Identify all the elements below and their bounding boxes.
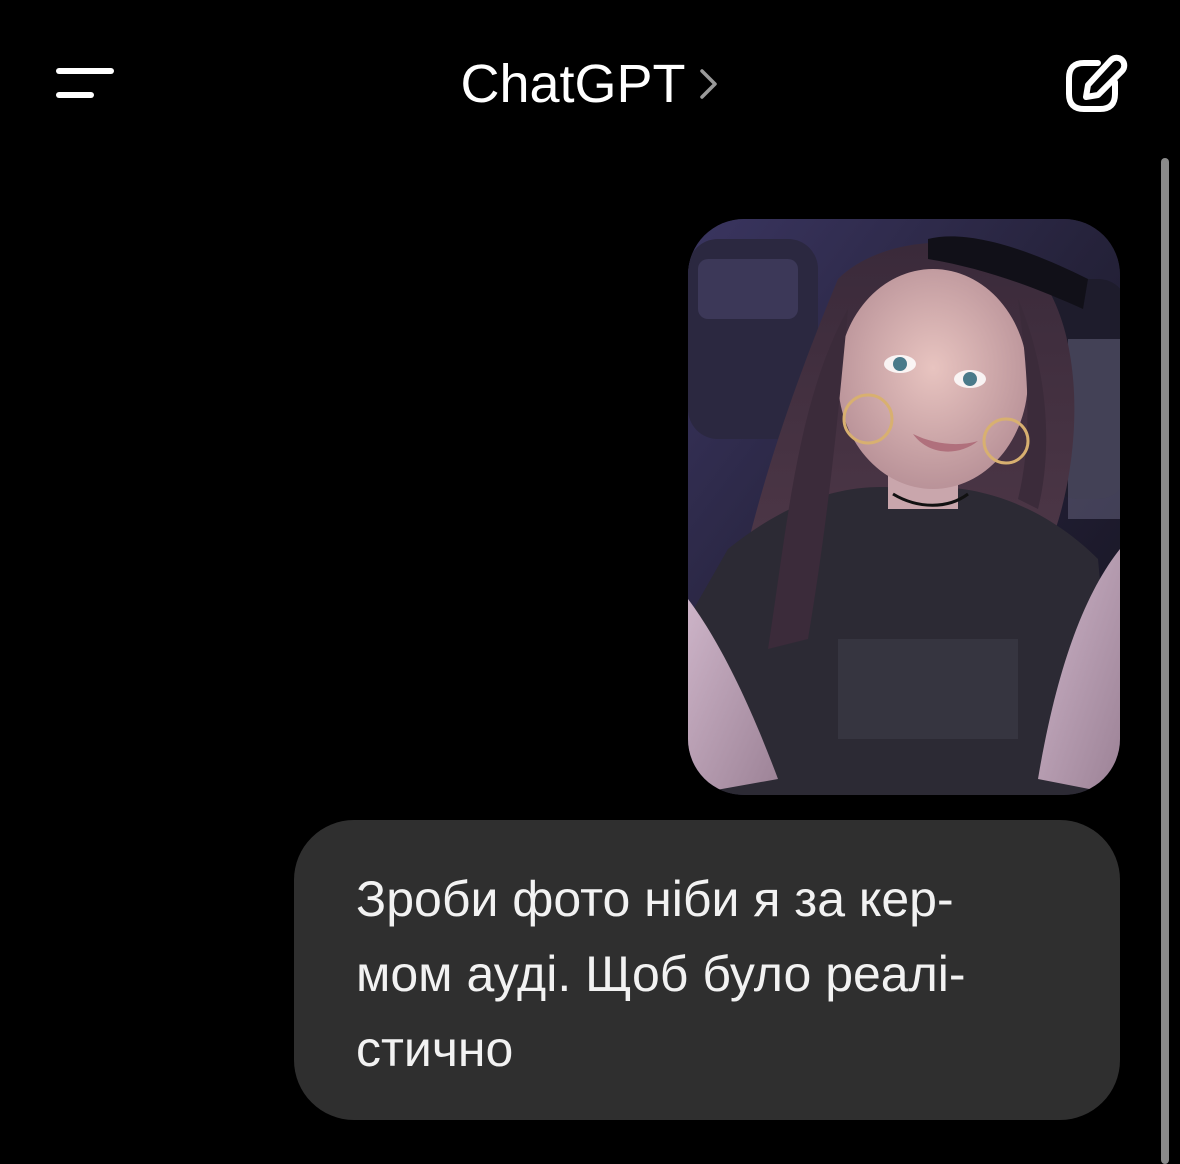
- top-bar: ChatGPT: [0, 0, 1180, 170]
- edit-icon: [1066, 54, 1128, 112]
- scrollbar[interactable]: [1161, 158, 1169, 1164]
- user-message-bubble: Зроби фото ніби я за кер- мом ауді. Щоб …: [294, 820, 1120, 1120]
- selfie-photo: [688, 219, 1120, 795]
- attached-photo[interactable]: [688, 219, 1120, 795]
- new-chat-button[interactable]: [1060, 54, 1130, 118]
- page-title: ChatGPT: [460, 54, 686, 114]
- sidebar-menu-button[interactable]: [44, 52, 124, 112]
- user-message-text: Зроби фото ніби я за кер- мом ауді. Щоб …: [356, 871, 966, 1077]
- chevron-right-icon: [699, 69, 717, 99]
- model-selector[interactable]: ChatGPT: [430, 48, 750, 120]
